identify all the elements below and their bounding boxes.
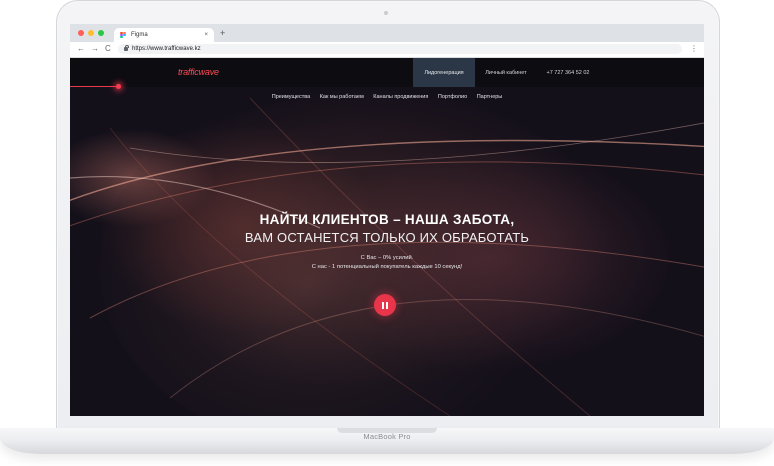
nav-item-cabinet[interactable]: Личный кабинет [475,58,537,87]
subnav-item-portfolio[interactable]: Портфолио [438,94,467,100]
device-label: MacBook Pro [363,432,411,441]
back-button[interactable]: ← [77,44,85,53]
website-page: trafficwave Лидогенерация Личный кабинет… [70,58,704,416]
close-tab-icon[interactable]: × [204,32,208,38]
lock-icon [124,44,129,51]
browser-menu-button[interactable]: ⋮ [690,44,698,53]
figma-icon [120,31,126,39]
camera-icon [384,11,388,15]
hero-text-line: С нас - 1 потенциальный покупатель кажды… [311,264,463,270]
close-window-button[interactable] [78,30,84,36]
hero-title: НАЙТИ КЛИЕНТОВ – НАША ЗАБОТА, [259,212,515,227]
subnav-item-partners[interactable]: Партнеры [477,94,503,100]
address-bar[interactable]: https://www.trafficwave.kz [118,44,682,54]
laptop-base: MacBook Pro [0,428,774,454]
laptop-screen: Figma × + ← → C https://www.trafficwave.… [70,24,704,416]
pause-icon [381,301,389,309]
new-tab-button[interactable]: + [220,28,225,38]
phone-link[interactable]: +7 727 364 52 02 [537,58,599,87]
subnav-item-advantages[interactable]: Преимущества [272,94,310,100]
hero-subtitle: ВАМ ОСТАНЕТСЯ ТОЛЬКО ИХ ОБРАБОТАТЬ [244,230,530,245]
scroll-progress-dot [116,84,121,89]
section-nav: Преимущества Как мы работаем Каналы прод… [70,94,704,100]
site-header: trafficwave Лидогенерация Личный кабинет… [70,58,704,87]
window-controls [78,30,104,36]
scroll-progress-line [70,86,118,87]
site-logo[interactable]: trafficwave [178,67,219,77]
browser-tab-bar: Figma × + [70,24,704,42]
minimize-window-button[interactable] [88,30,94,36]
reload-button[interactable]: C [105,44,111,53]
pause-video-button[interactable] [374,294,396,316]
browser-toolbar: ← → C https://www.trafficwave.kz ⋮ [70,42,704,58]
tab-title: Figma [131,32,148,38]
forward-button[interactable]: → [91,44,99,53]
browser-tab[interactable]: Figma × [114,28,214,42]
maximize-window-button[interactable] [98,30,104,36]
hero-text-line: С Вас – 0% усилий. [360,255,414,261]
nav-item-leadgen[interactable]: Лидогенерация [413,58,475,87]
subnav-item-channels[interactable]: Каналы продвижения [373,94,428,100]
url-text: https://www.trafficwave.kz [132,46,201,52]
subnav-item-how-we-work[interactable]: Как мы работаем [320,94,364,100]
